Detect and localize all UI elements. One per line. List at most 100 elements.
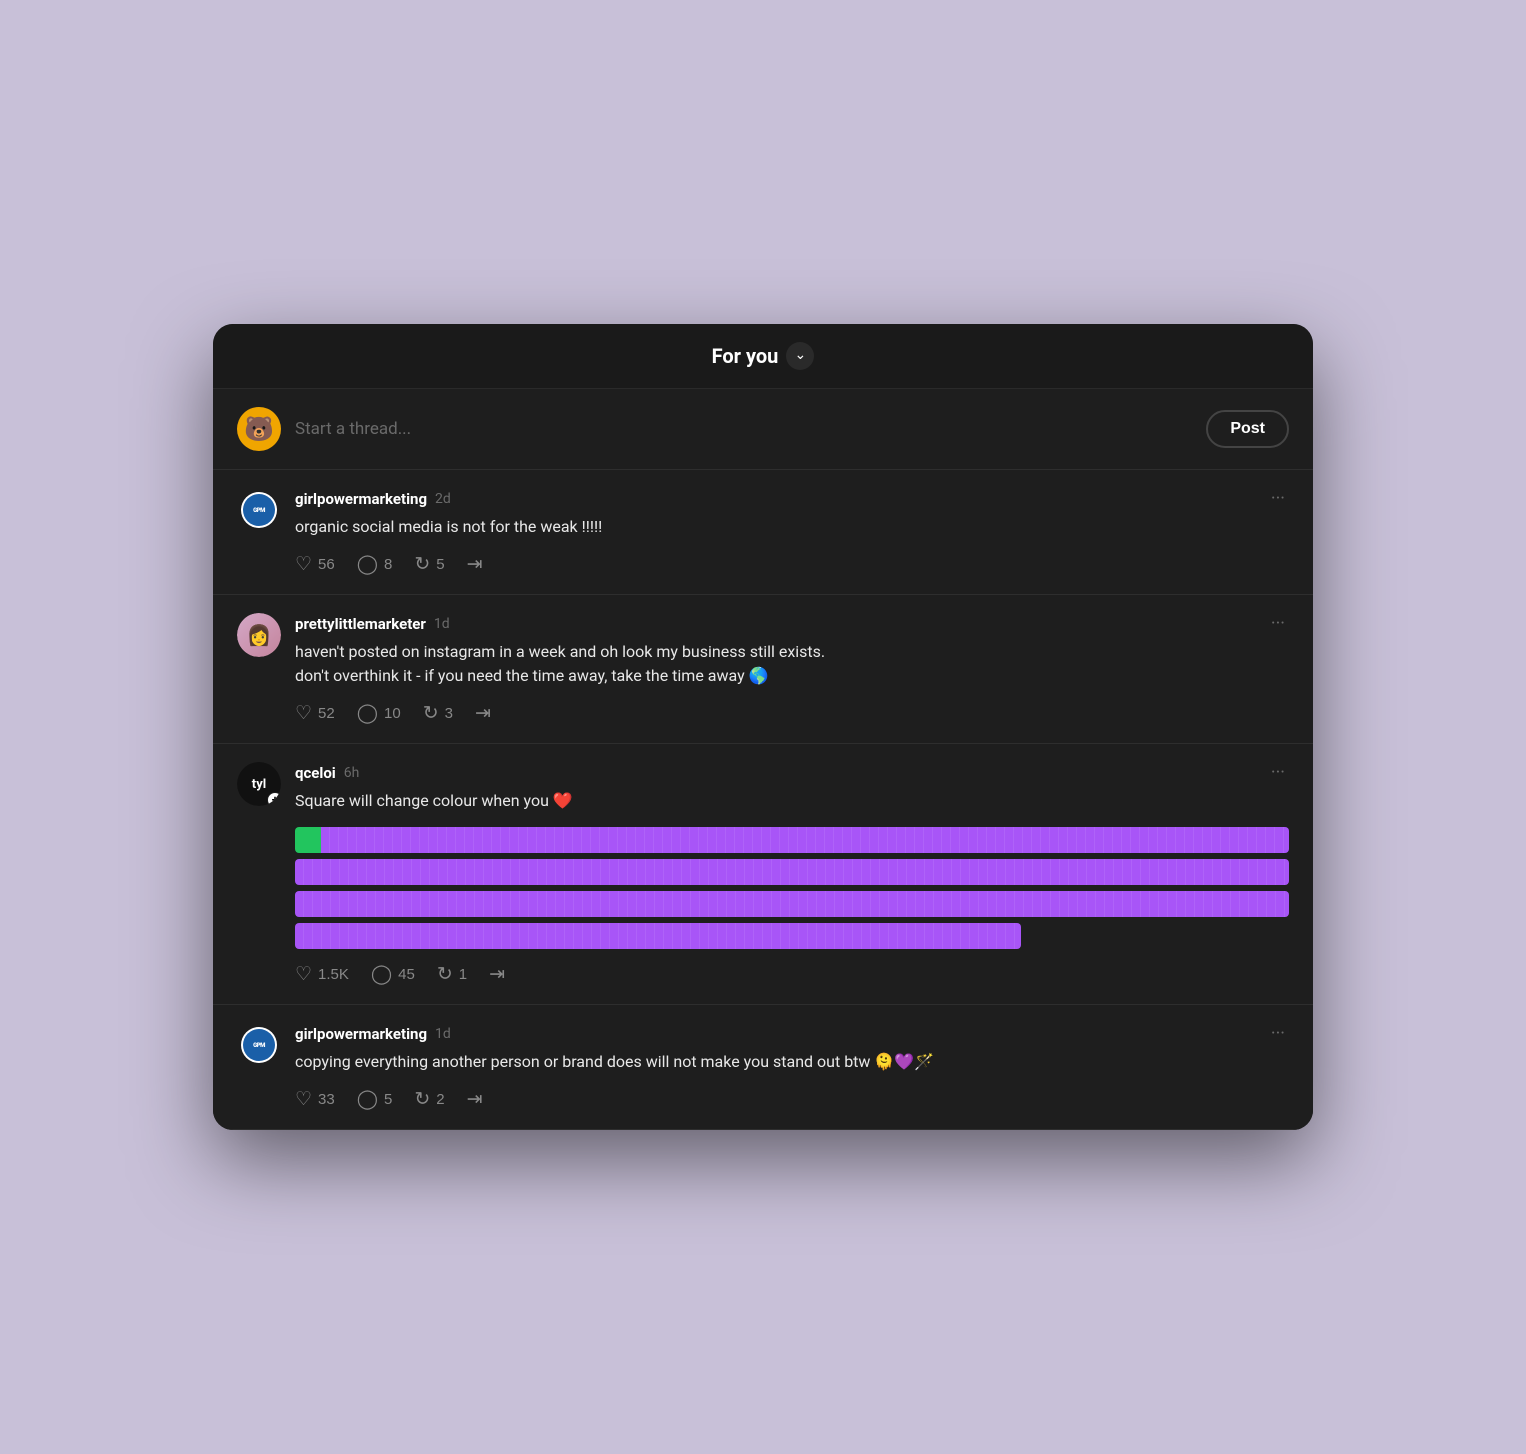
plm-avatar-icon: 👩 (247, 623, 272, 647)
color-bars-visualization (295, 827, 1289, 949)
like-button[interactable]: ♡ 1.5K (295, 963, 349, 986)
repost-count: 2 (436, 1091, 444, 1108)
repost-button[interactable]: ↻ 3 (423, 702, 453, 725)
heart-icon: ♡ (295, 702, 312, 725)
comment-button[interactable]: ◯ 8 (357, 553, 393, 576)
post-item: GPM girlpowermarketing 2d ··· organic so… (213, 470, 1313, 595)
send-icon: ⇥ (467, 553, 483, 576)
post-actions: ♡ 56 ◯ 8 ↻ 5 ⇥ (295, 553, 1289, 576)
comment-icon: ◯ (357, 1088, 378, 1111)
post-actions: ♡ 1.5K ◯ 45 ↻ 1 ⇥ (295, 963, 1289, 986)
bar-row-1 (295, 827, 1289, 853)
repost-button[interactable]: ↻ 2 (414, 1088, 444, 1111)
like-button[interactable]: ♡ 56 (295, 553, 335, 576)
post-actions: ♡ 33 ◯ 5 ↻ 2 ⇥ (295, 1088, 1289, 1111)
heart-icon: ♡ (295, 1088, 312, 1111)
gpm-text: GPM (253, 507, 265, 514)
more-options-button[interactable]: ··· (1267, 613, 1289, 634)
repost-icon: ↻ (414, 553, 430, 576)
post-text: haven't posted on instagram in a week an… (295, 640, 1289, 688)
repost-icon: ↻ (423, 702, 439, 725)
comment-icon: ◯ (357, 553, 378, 576)
comment-button[interactable]: ◯ 45 (371, 963, 415, 986)
like-count: 33 (318, 1091, 335, 1108)
post-item: GPM girlpowermarketing 1d ··· copying ev… (213, 1005, 1313, 1130)
comment-button[interactable]: ◯ 10 (357, 702, 401, 725)
post-time: 2d (435, 491, 451, 507)
post-author: qceloi (295, 764, 336, 782)
post-text: organic social media is not for the weak… (295, 515, 1289, 539)
comment-count: 5 (384, 1091, 392, 1108)
header-title-group: For you (712, 342, 815, 370)
feed-title: For you (712, 344, 779, 368)
comment-icon: ◯ (371, 963, 392, 986)
share-button[interactable]: ⇥ (475, 702, 491, 725)
share-button[interactable]: ⇥ (467, 553, 483, 576)
post-text: Square will change colour when you ❤️ (295, 789, 1289, 813)
like-button[interactable]: ♡ 33 (295, 1088, 335, 1111)
post-author-row: prettylittlemarketer 1d (295, 615, 450, 633)
user-avatar: 🐻 (237, 407, 281, 451)
post-author: girlpowermarketing (295, 490, 427, 508)
repost-button[interactable]: ↻ 1 (437, 963, 467, 986)
post-body: prettylittlemarketer 1d ··· haven't post… (295, 613, 1289, 725)
tyl-avatar-text: tyl (252, 777, 266, 792)
user-avatar-icon: 🐻 (244, 415, 274, 443)
share-button[interactable]: ⇥ (489, 963, 505, 986)
post-author-row: girlpowermarketing 1d (295, 1025, 451, 1043)
post-avatar: tyl + (237, 762, 281, 806)
gpm-logo-inner: GPM (243, 1029, 275, 1061)
post-time: 6h (344, 765, 360, 781)
header: For you (213, 324, 1313, 389)
send-icon: ⇥ (489, 963, 505, 986)
post-avatar: GPM (237, 488, 281, 532)
heart-icon: ♡ (295, 963, 312, 986)
post-avatar: GPM (237, 1023, 281, 1067)
post-text: copying everything another person or bra… (295, 1050, 1289, 1074)
bar-row-2 (295, 859, 1289, 885)
post-body: girlpowermarketing 2d ··· organic social… (295, 488, 1289, 576)
share-button[interactable]: ⇥ (467, 1088, 483, 1111)
post-author: prettylittlemarketer (295, 615, 426, 633)
post-author-row: girlpowermarketing 2d (295, 490, 451, 508)
heart-icon: ♡ (295, 553, 312, 576)
post-time: 1d (434, 616, 450, 632)
repost-icon: ↻ (437, 963, 453, 986)
compose-input[interactable]: Start a thread... (295, 419, 1192, 439)
gpm-avatar-logo: GPM (241, 1027, 277, 1063)
like-count: 56 (318, 556, 335, 573)
post-body: girlpowermarketing 1d ··· copying everyt… (295, 1023, 1289, 1111)
comment-button[interactable]: ◯ 5 (357, 1088, 393, 1111)
compose-area: 🐻 Start a thread... Post (213, 389, 1313, 470)
send-icon: ⇥ (475, 702, 491, 725)
post-button[interactable]: Post (1206, 410, 1289, 448)
feed-dropdown-button[interactable] (786, 342, 814, 370)
post-author: girlpowermarketing (295, 1025, 427, 1043)
like-button[interactable]: ♡ 52 (295, 702, 335, 725)
post-author-row: qceloi 6h (295, 764, 359, 782)
repost-button[interactable]: ↻ 5 (414, 553, 444, 576)
like-count: 52 (318, 705, 335, 722)
gpm-logo-inner: GPM (243, 494, 275, 526)
post-header: girlpowermarketing 1d ··· (295, 1023, 1289, 1044)
more-options-button[interactable]: ··· (1267, 762, 1289, 783)
comment-count: 8 (384, 556, 392, 573)
more-options-button[interactable]: ··· (1267, 488, 1289, 509)
post-header: prettylittlemarketer 1d ··· (295, 613, 1289, 634)
repost-icon: ↻ (414, 1088, 430, 1111)
green-segment (295, 827, 321, 853)
gpm-text: GPM (253, 1042, 265, 1049)
post-body: qceloi 6h ··· Square will change colour … (295, 762, 1289, 986)
post-time: 1d (435, 1026, 451, 1042)
purple-segment (321, 827, 1289, 853)
app-container: For you 🐻 Start a thread... Post GPM (213, 324, 1313, 1130)
post-avatar: 👩 (237, 613, 281, 657)
comment-icon: ◯ (357, 702, 378, 725)
repost-count: 3 (445, 705, 453, 722)
post-header: qceloi 6h ··· (295, 762, 1289, 783)
repost-count: 1 (459, 966, 467, 983)
repost-count: 5 (436, 556, 444, 573)
more-options-button[interactable]: ··· (1267, 1023, 1289, 1044)
post-header: girlpowermarketing 2d ··· (295, 488, 1289, 509)
main-feed: 🐻 Start a thread... Post GPM girlpowerma… (213, 389, 1313, 1130)
